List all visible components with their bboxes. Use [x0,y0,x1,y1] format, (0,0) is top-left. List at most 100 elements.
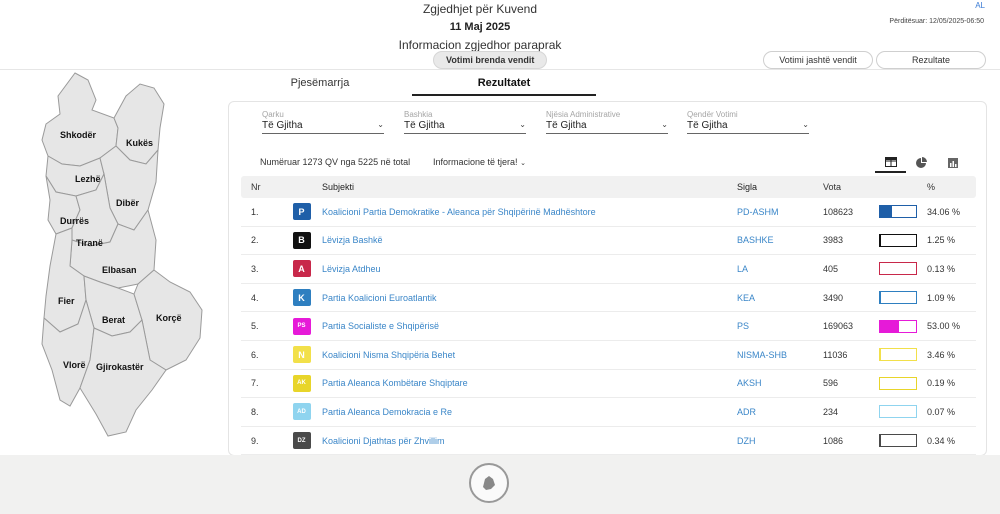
vote-abroad-button[interactable]: Votimi jashtë vendit [763,51,873,69]
map-label: Shkodër [60,130,97,140]
party-percent: 34.06 % [927,206,961,217]
party-acronym-link[interactable]: PS [737,321,823,331]
filter-admin-unit[interactable]: Njësia Administrative Të Gjitha ⌄ [546,110,668,134]
filter-label: Qarku [262,110,284,119]
party-acronym-link[interactable]: AKSH [737,378,823,388]
party-acronym-link[interactable]: KEA [737,293,823,303]
more-info-toggle[interactable]: Informacione të tjera! ⌄ [433,157,526,167]
albania-map: Shkodër Kukës Lezhë Dibër Durrës Tiranë … [30,70,220,440]
pie-view-button[interactable] [906,152,937,173]
share-bar-frame [879,291,917,305]
chevron-down-icon: ⌄ [520,160,526,167]
col-nr: Nr [251,182,261,192]
party-logo: AD [281,403,322,421]
party-acronym-link[interactable]: DZH [737,436,823,446]
filter-county[interactable]: Qarku Të Gjitha ⌄ [262,110,384,134]
share-bar-frame [879,376,917,390]
last-updated: Përditësuar: 12/05/2025-06:50 [889,18,984,25]
chevron-down-icon: ⌄ [661,120,668,129]
filter-select[interactable]: Të Gjitha ⌄ [546,120,668,134]
share-bar [879,205,927,219]
share-bar-fill [880,349,882,361]
row-number: 8. [251,406,259,417]
table-row[interactable]: 6. N Koalicioni Nisma Shqipëria Behet NISMA… [241,341,976,370]
row-number: 4. [251,292,259,303]
map-label: Kukës [126,138,153,148]
table-row[interactable]: 2. B Lëvizja Bashkë BASHKE 3983 1.25 % [241,227,976,256]
share-bar [879,405,927,419]
tab-participation[interactable]: Pjesëmarrja [265,77,375,89]
election-title: Zgjedhjet për Kuvend [422,2,538,16]
party-acronym-link[interactable]: PD-ASHM [737,207,823,217]
share-bar-frame [879,405,917,419]
party-logo-icon: K [292,289,311,307]
share-bar [879,262,927,276]
filter-label: Bashkia [404,110,433,119]
col-pct: % [927,182,936,192]
filter-select[interactable]: Të Gjitha ⌄ [404,120,526,134]
party-name-link[interactable]: Koalicioni Djathtas për Zhvillim [322,436,737,446]
table-view-button[interactable] [875,152,906,173]
party-name-link[interactable]: Partia Socialiste e Shqipërisë [322,321,737,331]
map-region-shkoder[interactable] [41,72,119,167]
col-sigla: Sigla [737,182,758,192]
party-acronym-link[interactable]: LA [737,264,823,274]
map-label: Vlorë [63,360,86,370]
filter-select[interactable]: Të Gjitha ⌄ [262,120,384,134]
language-switch[interactable]: AL [975,1,985,10]
party-logo: DZ [281,432,322,450]
party-name-link[interactable]: Partia Aleanca Kombëtare Shqiptare [322,378,737,388]
party-name-link[interactable]: Partia Aleanca Demokracia e Re [322,407,737,417]
table-row[interactable]: 5. PS Partia Socialiste e Shqipërisë PS 1690… [241,312,976,341]
results-button[interactable]: Rezultate [876,51,986,69]
party-name-link[interactable]: Koalicioni Nisma Shqipëria Behet [322,350,737,360]
party-logo-icon: P [292,203,311,221]
filter-select[interactable]: Të Gjitha ⌄ [687,120,809,134]
table-row[interactable]: 4. K Partia Koalicioni Euroatlantik KEA 3490… [241,284,976,313]
map-label: Lezhë [75,174,101,184]
party-acronym-link[interactable]: BASHKE [737,235,823,245]
map-label: Tiranë [76,238,103,248]
party-percent: 3.46 % [927,349,956,360]
party-logo: N [281,346,322,364]
chevron-down-icon: ⌄ [377,120,384,129]
party-logo-icon: DZ [292,432,311,450]
party-acronym-link[interactable]: NISMA-SHB [737,350,823,360]
share-bar [879,376,927,390]
party-logo: PS [281,317,322,335]
row-number: 7. [251,378,259,389]
filter-municipality[interactable]: Bashkia Të Gjitha ⌄ [404,110,526,134]
filter-label: Njësia Administrative [546,110,621,119]
table-row[interactable]: 7. AK Partia Aleanca Kombëtare Shqiptare AK… [241,370,976,399]
party-name-link[interactable]: Koalicioni Partia Demokratike - Aleanca … [322,207,737,217]
party-votes: 11036 [823,349,848,360]
bar-view-button[interactable] [937,152,968,173]
table-row[interactable]: 8. AD Partia Aleanca Demokracia e Re ADR 234… [241,398,976,427]
results-panel: Qarku Të Gjitha ⌄ Bashkia Të Gjitha ⌄ Njës… [228,101,987,456]
party-percent: 1.25 % [927,235,956,246]
table-row[interactable]: 3. A Lëvizja Atdheu LA 405 0.13 % [241,255,976,284]
share-bar-frame [879,319,917,333]
party-votes: 108623 [823,206,854,217]
election-date: 11 Maj 2025 [449,21,511,33]
party-name-link[interactable]: Lëvizja Bashkë [322,235,737,245]
tab-results[interactable]: Rezultatet [412,77,596,96]
table-row[interactable]: 9. DZ Koalicioni Djathtas për Zhvillim DZH 1… [241,427,976,455]
party-logo-icon: AK [292,374,311,392]
party-acronym-link[interactable]: ADR [737,407,823,417]
filter-voting-center[interactable]: Qendër Votimi Të Gjitha ⌄ [687,110,809,134]
party-votes: 169063 [823,321,854,332]
party-name-link[interactable]: Lëvizja Atdheu [322,264,737,274]
party-logo-icon: AD [292,403,311,421]
row-number: 6. [251,349,259,360]
vote-inside-button[interactable]: Votimi brenda vendit [433,51,548,69]
map-label: Berat [102,315,125,325]
party-name-link[interactable]: Partia Koalicioni Euroatlantik [322,293,737,303]
party-logo: B [281,231,322,249]
table-row[interactable]: 1. P Koalicioni Partia Demokratike - Alean… [241,198,976,227]
col-votes: Vota [823,182,842,192]
share-bar-fill [880,206,893,218]
footer [0,455,1000,514]
party-votes: 3983 [823,235,844,246]
party-logo-icon: PS [292,317,311,335]
